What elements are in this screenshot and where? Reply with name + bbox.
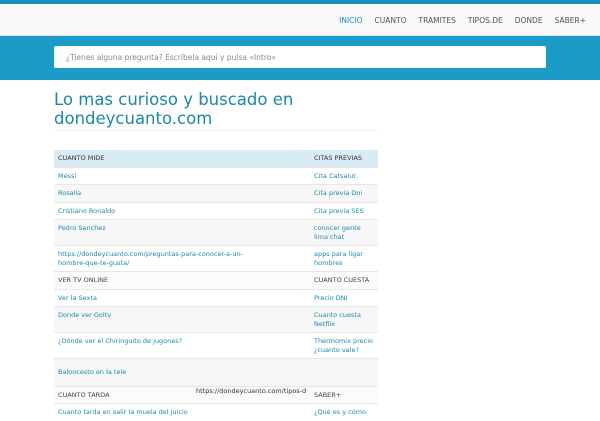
link-baloncesto-tele[interactable]: Baloncesto en la tele xyxy=(54,358,310,386)
header-cuanto-mide: CUANTO MIDE xyxy=(54,150,310,167)
table-row: Baloncesto en la tele xyxy=(54,358,378,386)
link-cita-previa-ses[interactable]: Cita previa SES xyxy=(310,201,378,220)
section-cuanto-cuesta: CUANTO CUESTA xyxy=(310,271,378,289)
search-input[interactable] xyxy=(54,46,546,68)
link-muela-juicio[interactable]: Cuanto tarda en salir la muela del juici… xyxy=(54,403,310,421)
link-conocer-gente-lima[interactable]: conocer gente lima chat xyxy=(310,219,378,246)
link-cita-previa-dni[interactable]: Cita previa Dni xyxy=(310,184,378,202)
table-row: Donde ver Goltv Cuanto cuesta Netflix xyxy=(54,306,378,333)
table-row: Cristiano Ronaldo Cita previa SES xyxy=(54,201,378,220)
link-cristiano-ronaldo[interactable]: Cristiano Ronaldo xyxy=(54,201,310,220)
section-saber-mas: SABER+ xyxy=(310,385,378,404)
header-citas-previas: CITAS PREVIAS xyxy=(310,150,378,167)
search-banner xyxy=(0,36,600,80)
nav-item-inicio[interactable]: INICIO xyxy=(333,16,368,25)
top-navbar: INICIO CUANTO TRAMITES TIPOS.DE DONDE SA… xyxy=(0,4,600,36)
nav-item-cuanto[interactable]: CUANTO xyxy=(369,16,413,25)
link-apps-ligar[interactable]: apps para ligar hombres xyxy=(310,245,378,272)
link-cita-catsalut[interactable]: Cita Catsalut xyxy=(310,166,378,185)
table-row: Ver la Sexta Precio DNI xyxy=(54,288,378,307)
main-nav: INICIO CUANTO TRAMITES TIPOS.DE DONDE SA… xyxy=(333,4,592,36)
table-row: Messi Cita Catsalut xyxy=(54,166,378,185)
link-preguntas-hombre[interactable]: https://dondeycuanto.com/preguntas-para-… xyxy=(54,245,310,272)
nav-item-tramites[interactable]: TRAMITES xyxy=(412,16,461,25)
link-thermomix-precio[interactable]: Thermomix precio ¿cuanto vale? xyxy=(310,332,378,359)
table-row: Rosalia Cita previa Dni xyxy=(54,184,378,202)
nav-item-tipos-de[interactable]: TIPOS.DE xyxy=(462,16,509,25)
title-divider xyxy=(54,130,378,131)
section-ver-tv-online: VER TV ONLINE xyxy=(54,271,310,289)
link-que-es-y-como[interactable]: ¿Qué es y cómo xyxy=(310,403,378,421)
link-messi[interactable]: Messi xyxy=(54,166,310,185)
section-row-ver-tv: VER TV ONLINE CUANTO CUESTA xyxy=(54,271,378,289)
table-header-row: CUANTO MIDE CITAS PREVIAS xyxy=(54,150,378,167)
table-row: Pedro Sanchez conocer gente lima chat xyxy=(54,219,378,246)
overflow-link-herramientas[interactable]: https://dondeycuanto.com/tipos-de-herram… xyxy=(196,387,306,396)
link-cuanto-cuesta-netflix[interactable]: Cuanto cuesta Netflix xyxy=(310,306,378,333)
nav-item-saber-mas[interactable]: SABER+ xyxy=(549,16,592,25)
link-rosalia[interactable]: Rosalia xyxy=(54,184,310,202)
table-row: ¿Dónde ver el Chiringuito de jugones? Th… xyxy=(54,332,378,359)
link-chiringuito[interactable]: ¿Dónde ver el Chiringuito de jugones? xyxy=(54,332,310,359)
link-donde-ver-goltv[interactable]: Donde ver Goltv xyxy=(54,306,310,333)
page-title: Lo mas curioso y buscado en dondeycuanto… xyxy=(54,90,294,128)
nav-item-donde[interactable]: DONDE xyxy=(509,16,549,25)
link-precio-dni[interactable]: Precio DNI xyxy=(310,288,378,307)
table-row: Cuanto tarda en salir la muela del juici… xyxy=(54,403,378,421)
table-row: https://dondeycuanto.com/preguntas-para-… xyxy=(54,245,378,272)
link-ver-la-sexta[interactable]: Ver la Sexta xyxy=(54,288,310,307)
links-table: CUANTO MIDE CITAS PREVIAS Messi Cita Cat… xyxy=(54,150,378,421)
link-pedro-sanchez[interactable]: Pedro Sanchez xyxy=(54,219,310,246)
empty-cell xyxy=(310,358,378,386)
